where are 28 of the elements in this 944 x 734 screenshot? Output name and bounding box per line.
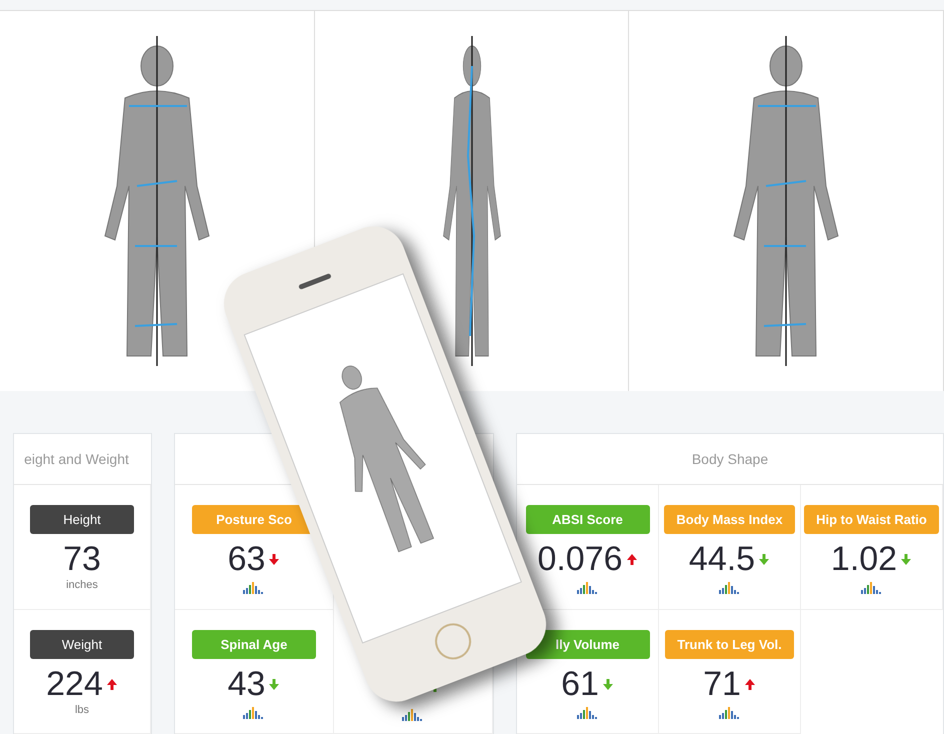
unit-label: lbs: [74, 704, 90, 716]
metric-value: 71: [703, 664, 741, 704]
bar-chart-icon[interactable]: [860, 582, 884, 594]
metric-value: 44.5: [688, 540, 756, 579]
bar-chart-icon[interactable]: [718, 582, 742, 594]
metric-value: 61: [561, 664, 599, 704]
metric-value: 1.02: [830, 540, 898, 579]
metric-label: Height: [30, 505, 134, 534]
metric-value: 63: [228, 540, 266, 579]
metric-label: ABSI Score: [526, 505, 650, 534]
metric-label: Trunk to Leg Vol.: [665, 630, 794, 658]
bar-chart-icon[interactable]: [718, 706, 742, 718]
metric-value: 0.076: [537, 540, 623, 579]
bar-chart-icon[interactable]: [576, 706, 600, 718]
metric-value: 73: [63, 540, 101, 579]
bar-chart-icon[interactable]: [401, 708, 425, 720]
panel-title: Body Shape: [692, 451, 768, 467]
bar-chart-icon[interactable]: [242, 706, 266, 718]
metric-value: 43: [228, 664, 266, 704]
panel-title: eight and Weight: [24, 451, 129, 467]
metric-label: Weight: [30, 630, 134, 658]
metric-label: Body Mass Index: [664, 505, 795, 534]
bar-chart-icon[interactable]: [576, 582, 600, 594]
unit-label: inches: [66, 579, 98, 591]
metric-label: Hip to Waist Ratio: [804, 505, 939, 534]
metric-value: 224: [46, 664, 103, 704]
bar-chart-icon[interactable]: [242, 582, 266, 594]
metric-label: Spinal Age: [192, 630, 316, 658]
